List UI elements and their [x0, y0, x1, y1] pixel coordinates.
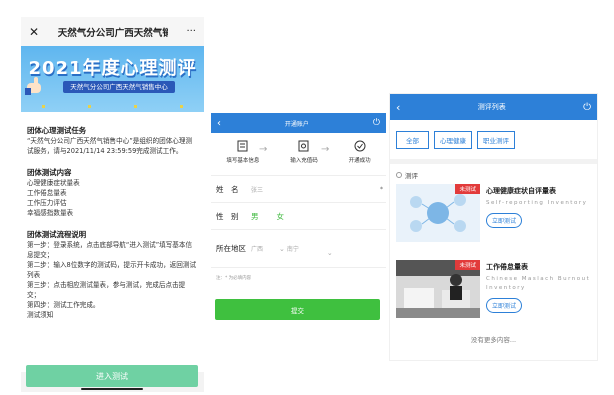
test-subtitle: Self-reporting Inventory	[486, 200, 588, 206]
start-test-button[interactable]: 立即测试	[486, 298, 523, 313]
section-line: 测试须知	[27, 311, 54, 319]
test-title: 心理健康症状自评量表	[486, 187, 556, 195]
filter-mental-health[interactable]: 心理健康	[434, 130, 472, 149]
step-label: 填写基本信息	[226, 158, 260, 164]
chevron-down-icon[interactable]: ⌄	[327, 249, 333, 257]
section-heading: 团体测试内容	[27, 168, 72, 177]
chevron-down-icon[interactable]: ⌄	[279, 245, 285, 253]
progress-steps: 填写基本信息 → 输入充值码 → 开通成功	[211, 133, 386, 175]
power-icon[interactable]: ⏻	[373, 118, 380, 128]
test-card[interactable]: 未测试 心理健康症状自评量表 Self-reporting Inventory …	[390, 184, 597, 246]
power-icon[interactable]: ⏻	[583, 102, 591, 113]
nav-bar: ‹ 开通账户 ⏻	[211, 113, 386, 133]
required-note: 注：* 为必填内容	[211, 267, 386, 288]
arrow-icon: →	[259, 144, 268, 155]
gender-female-option[interactable]: 女	[277, 211, 285, 222]
test-subtitle: Chinese Maslach Burnout Inventory	[486, 276, 591, 291]
submit-button[interactable]: 提交	[215, 299, 380, 320]
section-line: 幸福感指数量表	[27, 209, 74, 217]
section-heading: 团体心理测试任务	[27, 126, 87, 135]
name-label: 姓 名	[216, 184, 239, 194]
test-thumbnail: 未测试	[396, 184, 480, 242]
page-title: 开通账户	[284, 120, 309, 128]
arrow-icon: →	[321, 144, 330, 155]
banner-subtitle: 天然气分公司广西天然气销售中心	[63, 81, 175, 93]
test-info: 心理健康症状自评量表 Self-reporting Inventory 立即测试	[486, 184, 592, 246]
name-row: 姓 名 张三 *	[211, 175, 386, 202]
home-indicator	[81, 388, 143, 390]
banner-dots	[21, 105, 204, 108]
no-more-content: 没有更多内容...	[470, 336, 517, 344]
section-line: 第四步：测试工作完成。	[27, 301, 100, 309]
gender-label: 性 别	[216, 211, 239, 221]
more-icon[interactable]: ···	[186, 26, 196, 37]
test-card[interactable]: 未测试 工作倦怠量表 Chinese Maslach Burnout Inven…	[390, 260, 597, 322]
section-line: 工作压力评估	[27, 199, 67, 207]
test-thumbnail: 未测试	[396, 260, 480, 318]
nav-bar: ‹ 测评列表 ⏻	[390, 94, 597, 120]
section-line: 第二步：输入8位数字的测试码，提示开卡成功，返回测试列表	[27, 261, 197, 279]
required-mark: *	[380, 185, 383, 193]
intro-content: 团体心理测试任务 “天然气分公司广西天然气销售中心”是组织的团体心理测试服务，请…	[21, 112, 204, 372]
filter-bar: 全部 心理健康 职业测评	[390, 120, 597, 164]
circle-icon	[396, 172, 402, 178]
region-label: 所在地区	[216, 244, 246, 253]
section-line: 工作倦怠量表	[27, 189, 67, 197]
filter-all[interactable]: 全部	[396, 130, 429, 149]
gender-male-option[interactable]: 男	[251, 211, 259, 222]
filter-career[interactable]: 职业测评	[477, 130, 515, 149]
test-info: 工作倦怠量表 Chinese Maslach Burnout Inventory…	[486, 260, 592, 322]
step-label: 输入充值码	[290, 158, 318, 164]
form-icon	[237, 140, 248, 152]
step-label: 开通成功	[348, 158, 371, 164]
status-badge: 未测试	[455, 184, 480, 194]
province-select[interactable]: 广西	[251, 244, 279, 253]
hero-banner: 2021年度心理测评 天然气分公司广西天然气销售中心	[21, 46, 204, 112]
section-header: 测评	[390, 164, 597, 184]
section-line: 第一步：登录系统，点击底部导航“进入测试”填写基本信息提交；	[27, 241, 193, 259]
enter-test-button[interactable]: 进入测试	[26, 365, 198, 387]
banner-title: 2021年度心理测评	[28, 58, 197, 79]
section-line: 心理健康症状量表	[27, 179, 80, 187]
back-icon[interactable]: ‹	[217, 118, 221, 129]
start-test-button[interactable]: 立即测试	[486, 213, 523, 228]
code-icon	[298, 140, 309, 152]
section-line: 第三步：点击相应测试量表，参与测试，完成后点击提交；	[27, 281, 186, 299]
page-title: 测评列表	[477, 103, 506, 111]
section-title: 测评	[405, 172, 418, 180]
step-fill-info: 填写基本信息	[226, 140, 259, 164]
status-badge: 未测试	[455, 260, 480, 270]
region-row: 所在地区 广西 ⌄ 南宁 ⌄	[211, 229, 386, 267]
open-account-screen: ‹ 开通账户 ⏻ 填写基本信息 → 输入充值码 → 开通成功 姓 名 张三 * …	[211, 113, 386, 328]
test-title: 工作倦怠量表	[486, 263, 528, 271]
app-titlebar: ✕ 天然气分公司广西天然气销 ···	[21, 17, 204, 46]
city-select[interactable]: 南宁	[287, 244, 299, 253]
check-circle-icon	[354, 140, 366, 152]
step-success: 开通成功	[349, 140, 371, 164]
name-input[interactable]: 张三	[251, 185, 380, 194]
gender-row: 性 别 男 女	[211, 202, 386, 229]
close-icon[interactable]: ✕	[29, 25, 39, 39]
section-heading: 团体测试流程说明	[27, 230, 87, 239]
section-text: “天然气分公司广西天然气销售中心”是组织的团体心理测试服务，请与2021/11/…	[27, 137, 193, 155]
back-icon[interactable]: ‹	[396, 101, 400, 114]
step-enter-code: 输入充值码	[290, 140, 318, 164]
intro-screen: ✕ 天然气分公司广西天然气销 ··· 2021年度心理测评 天然气分公司广西天然…	[21, 17, 204, 392]
test-list-screen: ‹ 测评列表 ⏻ 全部 心理健康 职业测评 测评 未测试 心理健康症状自评量表 …	[389, 93, 598, 361]
window-title: 天然气分公司广西天然气销	[57, 27, 168, 39]
